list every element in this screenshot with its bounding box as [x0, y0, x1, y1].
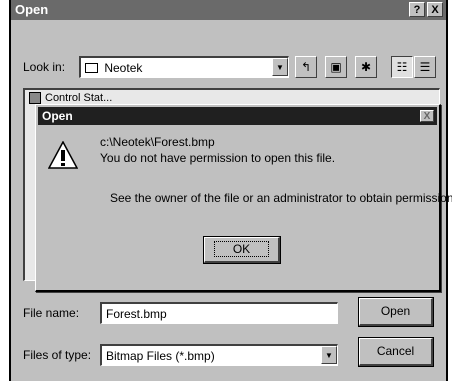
new-folder-icon: ✱: [360, 60, 372, 74]
message-title-bar: Open X: [38, 107, 437, 125]
desktop-icon: ▣: [330, 60, 342, 74]
chevron-down-icon[interactable]: ▼: [272, 58, 288, 76]
message-close-button[interactable]: X: [420, 110, 434, 122]
help-button[interactable]: ?: [409, 2, 425, 17]
close-button[interactable]: X: [427, 2, 443, 17]
chevron-down-icon[interactable]: ▼: [321, 346, 337, 364]
warning-icon: [48, 141, 78, 169]
folder-icon: [85, 63, 98, 73]
files-of-type-select[interactable]: Bitmap Files (*.bmp) ▼: [100, 344, 338, 366]
look-in-label: Look in:: [23, 60, 66, 74]
file-name-label: File name:: [23, 306, 80, 320]
up-one-level-button[interactable]: ↰: [295, 56, 317, 78]
permission-message-box: Open X c:\Neotek\Forest.bmp You do not h…: [35, 104, 452, 292]
file-icon: [29, 92, 41, 105]
files-of-type-value: Bitmap Files (*.bmp): [106, 349, 215, 363]
files-of-type-label: Files of type:: [23, 348, 92, 362]
open-button[interactable]: Open: [358, 297, 434, 327]
ok-button[interactable]: OK: [203, 236, 281, 264]
message-line-2: See the owner of the file or an administ…: [110, 191, 452, 205]
message-title: Open: [42, 109, 73, 123]
new-folder-button[interactable]: ✱: [355, 56, 377, 78]
up-one-level-icon: ↰: [300, 60, 312, 74]
cancel-button[interactable]: Cancel: [358, 337, 434, 367]
list-item-label: Control Stat...: [45, 92, 113, 104]
ok-label: OK: [213, 241, 270, 257]
dialog-title: Open: [15, 2, 49, 17]
message-path: c:\Neotek\Forest.bmp: [100, 135, 215, 149]
desktop-button[interactable]: ▣: [325, 56, 347, 78]
list-view-icon: ☷: [396, 60, 408, 74]
message-line-1: You do not have permission to open this …: [100, 151, 336, 165]
details-view-button[interactable]: ☰: [414, 56, 436, 78]
look-in-value: Neotek: [104, 61, 143, 75]
open-dialog: Open ? X Look in: Neotek ▼ ↰ ▣ ✱ ☷ ☰ Con…: [9, 0, 452, 381]
list-item[interactable]: Control Stat...: [29, 92, 113, 105]
details-view-icon: ☰: [419, 60, 431, 74]
file-name-field[interactable]: Forest.bmp: [100, 302, 338, 324]
look-in-select[interactable]: Neotek ▼: [79, 56, 289, 78]
list-view-button[interactable]: ☷: [391, 56, 413, 78]
dialog-title-bar: Open ? X: [11, 0, 446, 20]
